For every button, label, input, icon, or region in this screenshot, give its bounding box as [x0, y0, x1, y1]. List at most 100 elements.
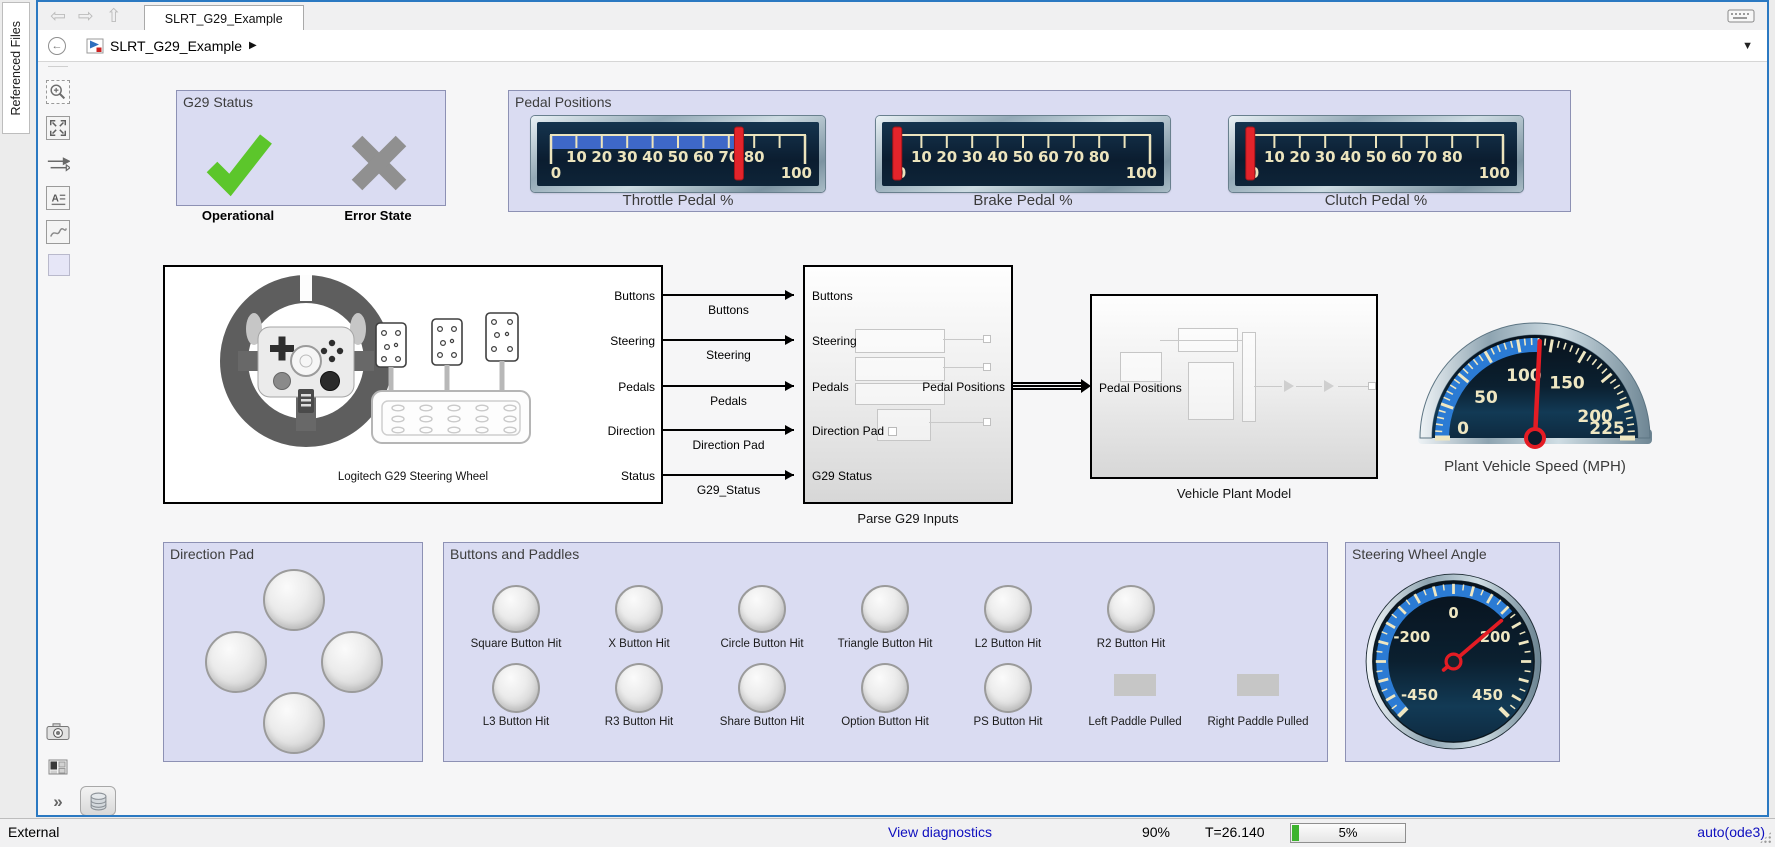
throttle-gauge: 01020304050607080100: [531, 116, 825, 192]
bus-wire[interactable]: [1013, 382, 1082, 390]
keyboard-shortcuts-icon[interactable]: [1727, 8, 1755, 24]
referenced-files-tab[interactable]: Referenced Files: [2, 2, 30, 134]
svg-text:225: 225: [1589, 419, 1625, 439]
zoom-icon[interactable]: [46, 80, 70, 104]
solver-name[interactable]: auto(ode3): [1675, 824, 1765, 840]
signal-wire-2[interactable]: [663, 385, 794, 387]
panel-title: Direction Pad: [170, 546, 254, 562]
parse-in-port-pedals: Pedals: [812, 380, 849, 394]
breadcrumb-model-name[interactable]: SLRT_G29_Example: [110, 38, 242, 54]
block-label: Logitech G29 Steering Wheel: [165, 471, 661, 483]
signal-routing-icon[interactable]: [46, 152, 70, 176]
svg-text:30: 30: [617, 148, 638, 166]
image-annotation-icon[interactable]: [46, 220, 70, 244]
status-ok-check-icon: [204, 127, 274, 197]
svg-text:100: 100: [781, 164, 812, 182]
svg-text:40: 40: [642, 148, 663, 166]
svg-text:450: 450: [1472, 687, 1503, 704]
model-editor-window: ⇦ ⇨ ⇧ SLRT_G29_Example ← SLRT_G29_Exampl…: [36, 0, 1769, 817]
dpad-lamp-down: [263, 692, 325, 754]
up-arrow-icon[interactable]: ⇧: [106, 7, 122, 26]
lamp-label: Square Button Hit: [451, 638, 581, 650]
lamp-label: L2 Button Hit: [943, 638, 1073, 650]
area-panel-icon[interactable]: [48, 254, 70, 276]
wire-arrowhead: [785, 335, 794, 345]
breadcrumb-caret-icon: ▶: [249, 40, 257, 51]
svg-text:60: 60: [693, 148, 714, 166]
breadcrumb-dropdown-icon[interactable]: ▼: [1742, 40, 1753, 52]
lamp-label: Circle Button Hit: [697, 638, 827, 650]
panel-title: G29 Status: [183, 94, 253, 110]
signal-wire-1[interactable]: [663, 339, 794, 341]
direction-pad-panel: Direction Pad: [163, 542, 423, 762]
plant-block-label: Vehicle Plant Model: [1090, 486, 1378, 501]
vehicle-plant-model-block[interactable]: Pedal Positions: [1090, 294, 1378, 479]
svg-text:0: 0: [1457, 419, 1469, 439]
svg-text:50: 50: [1366, 148, 1387, 166]
svg-text:50: 50: [1474, 388, 1498, 408]
expand-toolbar-icon[interactable]: »: [46, 790, 70, 814]
model-icon: [86, 38, 104, 54]
lamp-r2-button-hit: [1107, 585, 1155, 633]
signal-label-0: Buttons: [663, 303, 794, 317]
svg-text:80: 80: [1442, 148, 1463, 166]
svg-text:10: 10: [566, 148, 587, 166]
signal-wire-4[interactable]: [663, 474, 794, 476]
vehicle-speed-gauge: 050100150200225: [1415, 302, 1655, 460]
parse-block-label: Parse G29 Inputs: [803, 511, 1013, 526]
view-diagnostics-link[interactable]: View diagnostics: [865, 824, 1015, 840]
brake-gauge-label: Brake Pedal %: [876, 192, 1170, 209]
model-canvas[interactable]: A » G29 Status Operational Error: [38, 62, 1767, 815]
camera-icon[interactable]: [46, 720, 70, 744]
lamp-label: R3 Button Hit: [574, 716, 704, 728]
tab-slrt-g29-example[interactable]: SLRT_G29_Example: [144, 5, 304, 32]
port-square: [888, 427, 897, 436]
forward-arrow-icon[interactable]: ⇨: [78, 7, 94, 26]
hide-browser-icon[interactable]: ←: [48, 37, 66, 55]
parse-in-port-direction-pad: Direction Pad: [812, 424, 897, 438]
breadcrumb: ← SLRT_G29_Example ▶ ▼: [38, 30, 1767, 62]
simulation-progress-bar: 5%: [1290, 823, 1406, 843]
simulation-time: T=26.140: [1205, 824, 1265, 840]
svg-text:100: 100: [1479, 164, 1510, 182]
back-arrow-icon[interactable]: ⇦: [50, 7, 66, 26]
svg-text:40: 40: [987, 148, 1008, 166]
zoom-level[interactable]: 90%: [1115, 824, 1170, 840]
dpad-lamp-up: [263, 569, 325, 631]
lamp-circle-button-hit: [738, 585, 786, 633]
signal-wire-3[interactable]: [663, 429, 794, 431]
error-state-label: Error State: [318, 208, 438, 223]
parse-out-port: Pedal Positions: [922, 380, 1005, 394]
fit-to-view-icon[interactable]: [46, 116, 70, 140]
signal-label-4: G29_Status: [663, 483, 794, 497]
svg-text:0: 0: [1448, 605, 1458, 622]
dashboard-panel-icon[interactable]: [46, 755, 70, 779]
document-tab-bar: ⇦ ⇨ ⇧ SLRT_G29_Example: [38, 2, 1767, 31]
svg-text:70: 70: [1416, 148, 1437, 166]
g29-out-port-pedals: Pedals: [618, 380, 655, 394]
parse-g29-inputs-block[interactable]: Pedal Positions ButtonsSteeringPedalsDir…: [803, 265, 1013, 504]
lamp-l3-button-hit: [492, 663, 540, 713]
paddle-lamp-left: [1114, 674, 1156, 696]
svg-text:10: 10: [1264, 148, 1285, 166]
panel-title: Pedal Positions: [515, 94, 612, 110]
simulation-mode[interactable]: External: [8, 824, 59, 840]
lamp-option-button-hit: [861, 663, 909, 713]
svg-text:80: 80: [744, 148, 765, 166]
status-bar: External View diagnostics 90% T=26.140 5…: [0, 818, 1775, 847]
svg-text:30: 30: [1315, 148, 1336, 166]
g29-out-port-direction: Direction: [608, 424, 655, 438]
svg-text:-200: -200: [1393, 629, 1430, 646]
data-inspector-button[interactable]: [80, 786, 116, 815]
plant-in-port: Pedal Positions: [1099, 381, 1182, 395]
svg-text:30: 30: [962, 148, 983, 166]
lamp-triangle-button-hit: [861, 585, 909, 633]
svg-text:40: 40: [1340, 148, 1361, 166]
buttons-paddles-panel: Buttons and Paddles Square Button HitX B…: [443, 542, 1328, 762]
svg-text:0: 0: [551, 164, 561, 182]
lamp-ps-button-hit: [984, 663, 1032, 713]
signal-wire-0[interactable]: [663, 294, 794, 296]
g29-steering-wheel-block[interactable]: Logitech G29 Steering Wheel ButtonsSteer…: [163, 265, 663, 504]
annotation-icon[interactable]: A: [46, 186, 70, 210]
paddle-lamp-right: [1237, 674, 1279, 696]
